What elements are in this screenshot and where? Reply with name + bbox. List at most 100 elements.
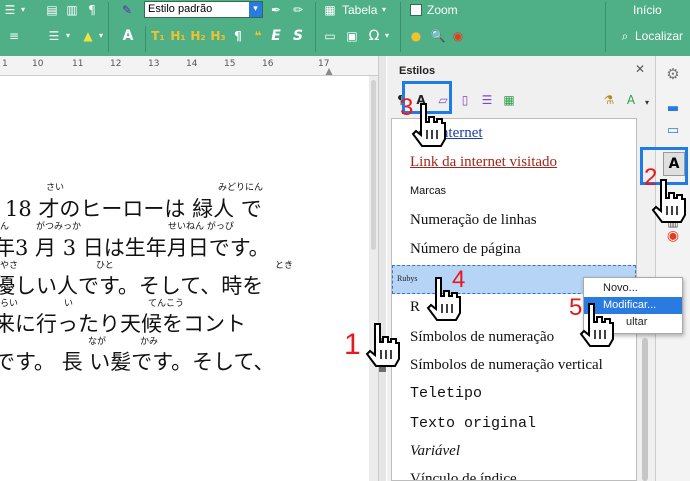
style-item-rubys[interactable]: Rubys (397, 274, 417, 283)
document-line: 優しい人です。そして、時を (0, 274, 264, 298)
ruby-text: みどりにん (218, 183, 264, 193)
ruler-tick: 10 (32, 59, 44, 69)
document-page[interactable]: さい みどりにん 、18 才のヒーローは 緑人 で ん がつみっか せいねん が… (0, 76, 369, 481)
pointer-hand-icon (579, 303, 614, 347)
table-styles-icon[interactable]: ▦ (501, 92, 517, 108)
font-a-icon[interactable]: A (120, 27, 136, 45)
chevron-down-icon[interactable]: ▾ (64, 28, 72, 44)
ruler-tick: 14 (186, 59, 198, 69)
pointer-hand-icon (651, 179, 686, 223)
ruby-text: さい (46, 183, 65, 193)
find-label[interactable]: Localizar (635, 29, 683, 43)
style-item-numbering-symbols[interactable]: Símbolos de numeração (410, 329, 554, 346)
annotation-number: 1 (344, 328, 361, 361)
chevron-down-icon[interactable]: ▾ (383, 28, 391, 44)
sidebar-tabbar: ⚙ ▬ ▭ A ▥ ◉ (655, 56, 690, 481)
chart-icon[interactable]: ▣ (344, 28, 360, 44)
list-styles-icon[interactable]: ☰ (479, 92, 495, 108)
table-icon[interactable]: ▦ (322, 2, 338, 18)
main-toolbar: ☰ ▾ ▤ ▥ ¶ ✎ Estilo padrão ▾ ✒ ✏ ▦ Tabela… (0, 0, 690, 56)
strong-style-icon[interactable]: S (290, 27, 306, 45)
document-scrollbar[interactable] (369, 76, 378, 481)
line-spacing-icon[interactable]: ☰ (46, 28, 62, 44)
zoom-icon[interactable]: 🔍 (430, 28, 446, 44)
panel-title: Estilos (399, 65, 436, 77)
navigator-icon[interactable]: ◉ (450, 28, 466, 44)
pointer-hand-icon (426, 277, 461, 321)
menu-item-new[interactable]: Novo... (584, 280, 682, 297)
paragraph-style-value: Estilo padrão (148, 3, 213, 15)
pointer-hand-icon (365, 323, 400, 367)
comment-icon[interactable]: ● (408, 28, 424, 44)
properties-icon[interactable]: ▬ (665, 100, 681, 116)
heading3-style-icon[interactable]: H₃ (210, 28, 226, 44)
chevron-down-icon[interactable]: ▾ (639, 94, 655, 110)
document-line: 年3 月 3 日は生年月日です。 (0, 236, 270, 260)
style-item-r[interactable]: R (410, 299, 420, 316)
navigator-icon[interactable]: ◉ (665, 228, 681, 244)
style-item-source-text[interactable]: Texto original (410, 415, 536, 432)
style-brush-icon[interactable]: ✎ (118, 2, 136, 18)
sidebar-splitter[interactable] (378, 56, 386, 481)
indent-list-icon[interactable]: ☰ (2, 2, 18, 18)
special-character-icon[interactable]: Ω (366, 28, 382, 44)
close-icon[interactable]: ✕ (635, 62, 649, 76)
highlight-color-icon[interactable]: ▲ (80, 28, 96, 44)
new-style-icon[interactable]: ✏ (290, 2, 306, 18)
libreoffice-window: { "toolbar": { "paragraph_style": "Estil… (0, 0, 690, 481)
ruler-tick: 11 (72, 59, 84, 69)
quote-style-icon[interactable]: ❝ (250, 28, 266, 44)
ruby-text: ん (0, 222, 10, 232)
chevron-down-icon[interactable]: ▾ (97, 28, 105, 44)
zoom-checkbox[interactable] (410, 4, 422, 16)
document-line: 来に行ったり天候をコント (0, 312, 246, 336)
ruler-tick: 13 (148, 59, 160, 69)
layout-icon[interactable]: ▤ (44, 2, 60, 18)
ruler-indent-marker[interactable] (325, 68, 333, 75)
heading2-style-icon[interactable]: H₂ (190, 28, 206, 44)
ruler-tick: 12 (110, 59, 122, 69)
page-styles-icon[interactable]: ▯ (457, 92, 473, 108)
title-style-icon[interactable]: T₁ (150, 28, 166, 44)
formatting-marks-icon[interactable]: ¶ (84, 2, 100, 18)
pointer-hand-icon (411, 103, 446, 147)
style-item-vertical-numbering-symbols[interactable]: Símbolos de numeração vertical (410, 357, 603, 374)
emphasis-style-icon[interactable]: E (268, 27, 284, 45)
style-item-variable[interactable]: Variável (410, 443, 460, 460)
paragraph-style-select[interactable]: Estilo padrão (144, 1, 263, 18)
style-item-page-number[interactable]: Número de página (410, 241, 521, 258)
document-line: です。 長 い髪です。そして、 (0, 350, 275, 374)
page-icon[interactable]: ▭ (665, 122, 681, 138)
scrollbar-thumb[interactable] (371, 80, 376, 250)
ruler-tick: 1 (2, 59, 8, 69)
ruby-text: とき (275, 261, 294, 271)
fill-format-icon[interactable]: ⚗ (601, 92, 617, 108)
ruler-tick: 17 (318, 59, 330, 69)
home-tab-label[interactable]: Início (633, 3, 662, 17)
horizontal-ruler[interactable]: 1 10 11 12 13 14 15 16 17 (0, 56, 378, 76)
update-style-icon[interactable]: ✒ (268, 2, 284, 18)
new-style-from-selection-icon[interactable]: A (623, 92, 639, 108)
chevron-down-icon[interactable]: ▾ (19, 2, 27, 18)
style-item-index-link[interactable]: Vínculo de índice (410, 471, 517, 480)
page-break-icon[interactable]: ▥ (64, 2, 80, 18)
heading1-style-icon[interactable]: H₁ (170, 28, 186, 44)
chevron-down-icon[interactable]: ▾ (380, 4, 388, 16)
gear-icon[interactable]: ⚙ (665, 65, 681, 83)
scrollbar-thumb[interactable] (642, 338, 648, 481)
table-menu-label[interactable]: Tabela (342, 3, 377, 17)
search-icon[interactable]: ⌕ (617, 28, 633, 44)
style-item-marcas[interactable]: Marcas (410, 185, 446, 197)
style-item-line-numbering[interactable]: Numeração de linhas (410, 212, 537, 229)
image-icon[interactable]: ▭ (322, 28, 338, 44)
chevron-down-icon[interactable]: ▾ (249, 2, 262, 17)
style-item-visited-link[interactable]: Link da internet visitado (410, 154, 557, 171)
zoom-label: Zoom (427, 3, 458, 17)
style-item-teletype[interactable]: Teletipo (410, 385, 482, 402)
ruby-text: せいねん がっぴ (168, 222, 234, 232)
align-icon[interactable]: ≡ (6, 28, 22, 44)
ruler-tick: 16 (262, 59, 274, 69)
text-body-style-icon[interactable]: ¶ (230, 28, 246, 44)
ruler-tick: 15 (224, 59, 236, 69)
ruby-text: がつみっか (36, 222, 82, 232)
